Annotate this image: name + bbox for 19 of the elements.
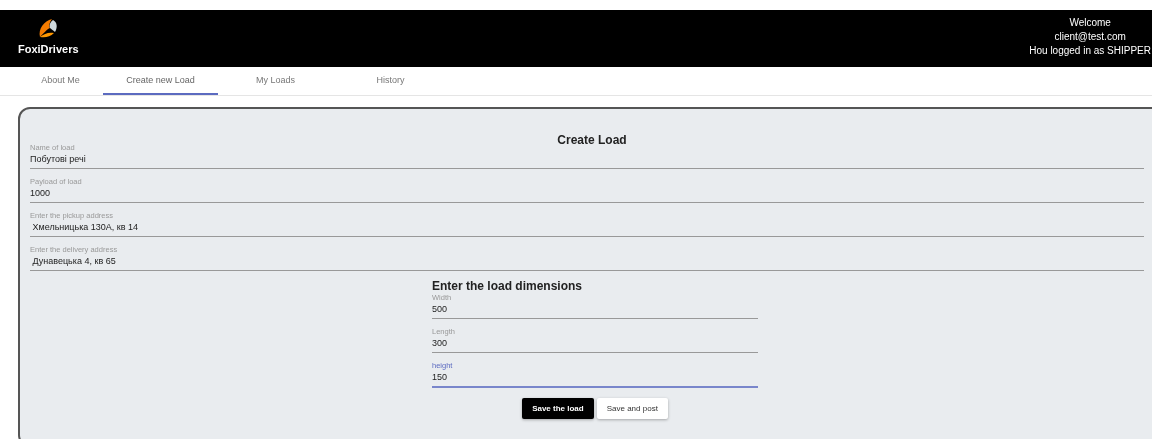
nav-tab[interactable]: Create new Load: [103, 67, 218, 95]
dimensions-title: Enter the load dimensions: [432, 279, 584, 293]
user-info-line: client@test.com: [1054, 31, 1126, 42]
user-info-line: Welcome: [1069, 17, 1111, 28]
text-field[interactable]: 500: [432, 302, 758, 319]
user-info-line: Hou logged in as SHIPPER: [1029, 45, 1151, 56]
text-field[interactable]: Побутові речі: [30, 152, 1144, 169]
text-field[interactable]: Хмельницька 130А, кв 14: [30, 220, 1144, 237]
save-and-post-button[interactable]: Save and post: [596, 398, 668, 419]
text-field[interactable]: 150: [432, 370, 758, 388]
text-field[interactable]: Дунавецька 4, кв 65: [30, 254, 1144, 271]
nav-tab[interactable]: About Me: [18, 67, 103, 95]
nav-tab[interactable]: History: [333, 67, 448, 95]
nav-tab[interactable]: My Loads: [218, 67, 333, 95]
save-button[interactable]: Save the load: [522, 398, 594, 419]
text-field[interactable]: 300: [432, 336, 758, 353]
brand-name: FoxiDrivers: [18, 43, 79, 55]
text-field[interactable]: 1000: [30, 186, 1144, 203]
form-title: Create Load: [556, 133, 628, 147]
